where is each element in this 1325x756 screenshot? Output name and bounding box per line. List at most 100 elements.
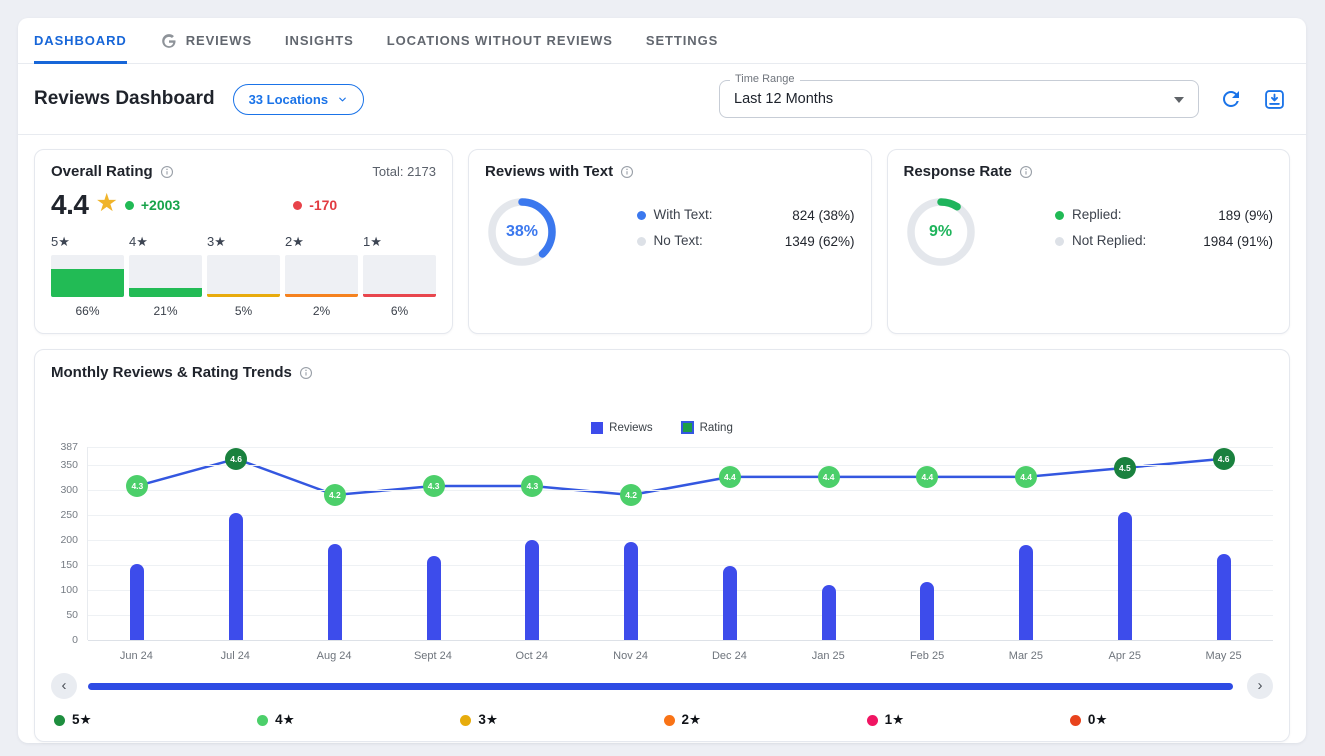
rating-point[interactable]: 4.4 [1015,466,1037,488]
star-legend-item[interactable]: 5★ [54,712,257,728]
rating-point[interactable]: 4.5 [1114,457,1136,479]
rating-distribution-fill [285,294,358,297]
rating-point[interactable]: 4.4 [818,466,840,488]
info-icon[interactable] [299,366,313,380]
download-report-button[interactable] [1263,88,1286,111]
reviews-bar[interactable] [1019,545,1033,640]
rating-point[interactable]: 4.2 [620,484,642,506]
dashboard-content: Overall Rating Total: 2173 4.4 ★ +2003 -… [18,135,1306,756]
gridline [88,515,1273,516]
refresh-icon [1219,87,1243,111]
rating-point[interactable]: 4.6 [225,448,247,470]
header-right: Time Range Last 12 Months [719,80,1286,118]
reviews-bar[interactable] [427,556,441,640]
monthly-trends-title: Monthly Reviews & Rating Trends [51,364,292,381]
rating-point[interactable]: 4.4 [719,466,741,488]
rating-distribution-percent: 6% [363,304,436,318]
chart-plot-area: 387350300250200150100500 4.34.64.24.34.3… [51,447,1273,640]
download-icon [1263,88,1286,111]
x-axis-tick-label: Feb 25 [910,650,944,662]
info-icon[interactable] [160,165,174,179]
legend-row-not-replied: Not Replied: 1984 (91%) [1055,233,1273,250]
star-legend-label: 4★ [275,712,295,728]
reviews-bar[interactable] [723,566,737,640]
scroll-left-button[interactable]: ‹ [51,673,77,699]
legend-row-with-text: With Text: 824 (38%) [637,207,855,224]
info-icon[interactable] [1019,165,1033,179]
reviews-bar[interactable] [525,540,539,640]
star-legend-item[interactable]: 2★ [664,712,867,728]
rating-distribution-fill [129,288,202,297]
chart-y-axis: 387350300250200150100500 [51,447,87,640]
x-axis-tick-label: Aug 24 [317,650,352,662]
x-axis-tick-label: Sept 24 [414,650,452,662]
legend-row-replied: Replied: 189 (9%) [1055,207,1273,224]
reviews-bar[interactable] [229,513,243,640]
page-title: Reviews Dashboard [34,88,215,110]
legend-dot-icon [637,237,646,246]
chart-legend-rating[interactable]: Rating [681,421,733,434]
info-icon[interactable] [620,165,634,179]
chart-x-axis: Jun 24Jul 24Aug 24Sept 24Oct 24Nov 24Dec… [87,640,1273,673]
overall-rating-title: Overall Rating [51,163,153,180]
rating-series-swatch-icon [681,421,694,434]
gained-reviews: +2003 [141,197,180,213]
reviews-bar[interactable] [1217,554,1231,640]
refresh-button[interactable] [1219,87,1243,111]
scroll-right-button[interactable]: › [1247,673,1273,699]
rating-distribution-label: 5★ [51,234,124,250]
x-axis-tick-label: Nov 24 [613,650,648,662]
legend-value: 1984 (91%) [1203,234,1273,249]
gained-dot-icon [125,201,134,210]
x-axis-tick-label: Oct 24 [516,650,548,662]
tab-insights[interactable]: INSIGHTS [285,18,354,63]
tab-dashboard[interactable]: DASHBOARD [34,18,127,63]
star-legend-label: 0★ [1088,712,1108,728]
rating-point[interactable]: 4.2 [324,484,346,506]
rating-distribution-label: 4★ [129,234,202,250]
time-range-select[interactable]: Time Range Last 12 Months [719,80,1199,118]
rating-distribution-bar [51,255,124,297]
rating-distribution-column: 3★5% [207,234,280,318]
star-legend-item[interactable]: 4★ [257,712,460,728]
reviews-bar[interactable] [328,544,342,640]
chart-legend-reviews[interactable]: Reviews [591,422,652,434]
star-icon: ★ [95,188,117,218]
rating-point[interactable]: 4.4 [916,466,938,488]
header-left: Reviews Dashboard 33 Locations [34,84,364,115]
rating-point[interactable]: 4.3 [126,475,148,497]
tab-settings[interactable]: SETTINGS [646,18,718,63]
reviews-bar[interactable] [624,542,638,640]
chart-plot: 4.3 4.6 4.2 4.3 4.3 4.2 4.4 4.4 4.4 4.4 4.5 4.6 [87,447,1273,640]
locations-dropdown-label: 33 Locations [249,92,328,107]
time-range-label: Time Range [730,73,800,85]
star-legend-item[interactable]: 3★ [460,712,663,728]
star-legend-item[interactable]: 1★ [867,712,1070,728]
overall-score-row: 4.4 ★ +2003 -170 [51,189,436,221]
gridline [88,540,1273,541]
tab-insights-label: INSIGHTS [285,33,354,48]
tab-locations-without-reviews-label: LOCATIONS WITHOUT REVIEWS [387,33,613,48]
locations-dropdown-button[interactable]: 33 Locations [233,84,364,115]
scrollbar-thumb[interactable] [88,683,1233,690]
reviews-with-text-legend: With Text: 824 (38%) No Text: 1349 (62%) [637,207,855,250]
legend-label: Replied: [1072,207,1152,224]
x-axis-tick-label: Jan 25 [812,650,845,662]
response-rate-legend: Replied: 189 (9%) Not Replied: 1984 (91%… [1055,207,1273,250]
reviews-bar[interactable] [822,585,836,640]
gridline [88,465,1273,466]
rating-point[interactable]: 4.3 [423,475,445,497]
tab-reviews-label: REVIEWS [186,33,252,48]
rating-point[interactable]: 4.6 [1213,448,1235,470]
rating-point[interactable]: 4.3 [521,475,543,497]
x-axis-tick-label: Jun 24 [120,650,153,662]
reviews-bar[interactable] [920,582,934,640]
star-legend-item[interactable]: 0★ [1070,712,1273,728]
reviews-bar[interactable] [1118,512,1132,640]
rating-distribution-bar [129,255,202,297]
star-legend-dot-icon [664,715,675,726]
reviews-bar[interactable] [130,564,144,640]
y-axis-tick-label: 150 [60,559,78,571]
tab-reviews[interactable]: REVIEWS [160,18,252,63]
tab-locations-without-reviews[interactable]: LOCATIONS WITHOUT REVIEWS [387,18,613,63]
